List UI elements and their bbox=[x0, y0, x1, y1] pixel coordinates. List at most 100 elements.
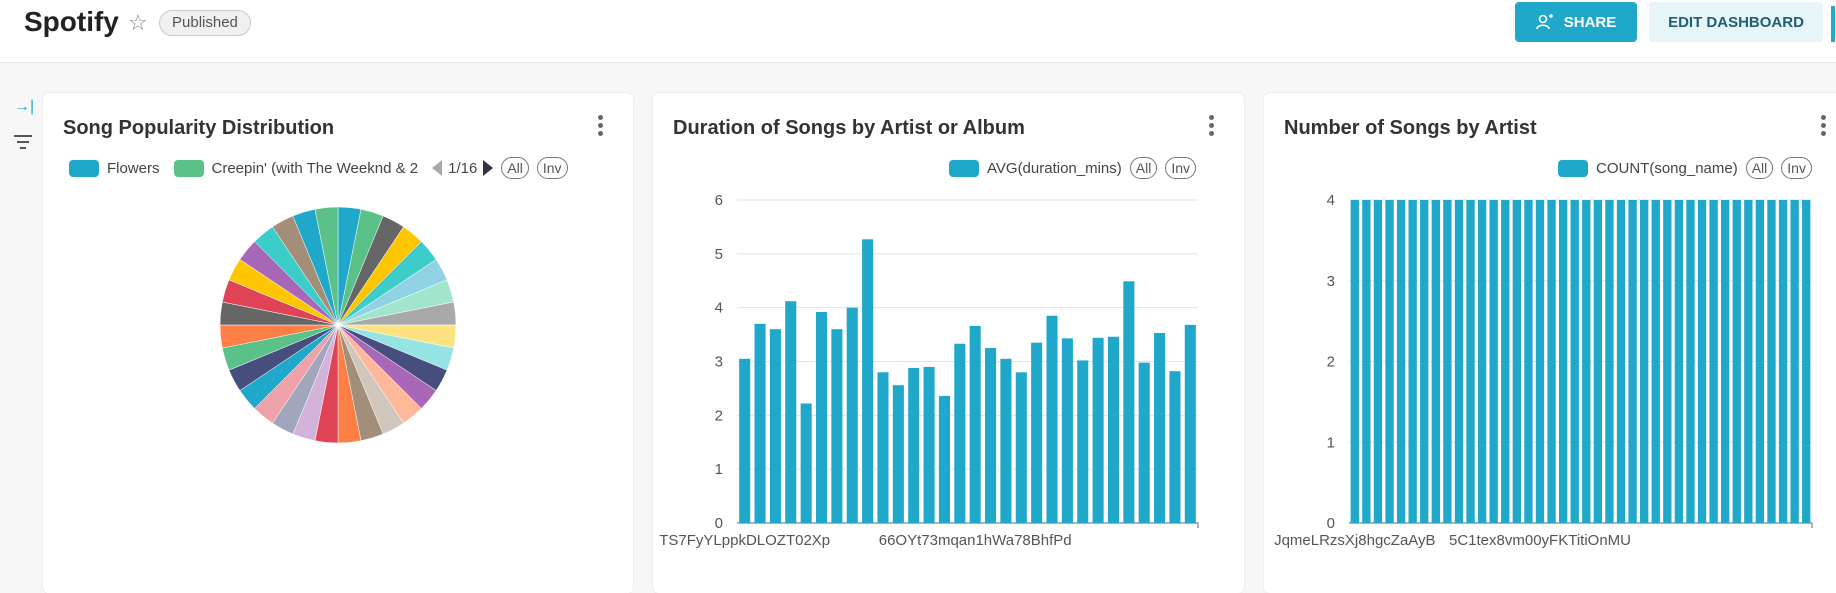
y-tick-label: 0 bbox=[1327, 515, 1335, 532]
bar[interactable] bbox=[1570, 200, 1579, 523]
legend-item-creepin[interactable]: Creepin' (with The Weeknd & 2 bbox=[212, 160, 419, 177]
bar[interactable] bbox=[1046, 315, 1058, 523]
share-user-icon bbox=[1535, 14, 1553, 30]
bar[interactable] bbox=[862, 239, 874, 524]
bar[interactable] bbox=[985, 348, 997, 523]
bar[interactable] bbox=[1651, 200, 1660, 523]
y-tick-label: 5 bbox=[715, 246, 723, 263]
bar[interactable] bbox=[1535, 200, 1545, 523]
legend-swatch bbox=[173, 159, 204, 177]
bar[interactable] bbox=[1477, 200, 1487, 523]
legend-all-button[interactable]: All bbox=[501, 157, 529, 179]
bar[interactable] bbox=[1605, 200, 1614, 523]
bar[interactable] bbox=[1501, 200, 1510, 523]
bar[interactable] bbox=[831, 329, 843, 523]
duration-card: Duration of Songs by Artist or Album AVG… bbox=[653, 93, 1244, 593]
bar[interactable] bbox=[938, 395, 950, 523]
dashboard-title: Spotify bbox=[24, 6, 119, 37]
bar[interactable] bbox=[1373, 200, 1383, 523]
bar[interactable] bbox=[1489, 200, 1498, 523]
bar[interactable] bbox=[877, 372, 889, 523]
bar[interactable] bbox=[1640, 200, 1649, 523]
bar[interactable] bbox=[1169, 371, 1181, 523]
filter-sidebar-collapsed: →| bbox=[0, 62, 40, 587]
bar[interactable] bbox=[800, 403, 812, 523]
bar[interactable] bbox=[739, 358, 751, 523]
bar[interactable] bbox=[954, 343, 966, 523]
filter-icon[interactable] bbox=[14, 134, 32, 150]
y-tick-label: 1 bbox=[1327, 434, 1335, 451]
x-tick-label: 5C1tex8vm00yFKTitiOnMU bbox=[1449, 532, 1631, 549]
bar[interactable] bbox=[1061, 338, 1073, 523]
bar[interactable] bbox=[1686, 200, 1695, 523]
bar[interactable] bbox=[1802, 200, 1811, 523]
bar[interactable] bbox=[1778, 200, 1788, 523]
card-menu-kebab-icon[interactable] bbox=[598, 115, 604, 139]
expand-icon[interactable]: →| bbox=[14, 98, 34, 116]
legend-prev-page-icon[interactable] bbox=[432, 160, 443, 176]
bar[interactable] bbox=[1709, 200, 1718, 523]
bar[interactable] bbox=[1385, 200, 1394, 523]
bar[interactable] bbox=[1663, 200, 1672, 523]
bar[interactable] bbox=[1512, 200, 1521, 523]
bar[interactable] bbox=[1721, 200, 1730, 523]
bar[interactable] bbox=[1443, 200, 1452, 523]
bar[interactable] bbox=[1031, 342, 1043, 523]
bar[interactable] bbox=[1350, 200, 1359, 523]
bar[interactable] bbox=[1015, 372, 1027, 523]
bar[interactable] bbox=[1138, 362, 1150, 523]
bar[interactable] bbox=[892, 385, 904, 523]
bar[interactable] bbox=[1362, 200, 1371, 523]
bar[interactable] bbox=[1674, 200, 1684, 523]
bar[interactable] bbox=[1628, 200, 1637, 523]
bar[interactable] bbox=[923, 366, 935, 523]
bar[interactable] bbox=[1000, 358, 1012, 523]
bar[interactable] bbox=[1420, 200, 1429, 523]
legend-invert-button[interactable]: Inv bbox=[536, 157, 568, 179]
bar[interactable] bbox=[1616, 200, 1626, 523]
bar[interactable] bbox=[815, 311, 828, 523]
y-tick-label: 4 bbox=[1327, 192, 1335, 209]
favorite-star-icon[interactable]: ☆ bbox=[128, 10, 148, 36]
bar[interactable] bbox=[1558, 200, 1568, 523]
bar[interactable] bbox=[1454, 200, 1464, 523]
bar[interactable] bbox=[1790, 200, 1799, 523]
bar[interactable] bbox=[1184, 324, 1196, 523]
bar[interactable] bbox=[1744, 200, 1753, 523]
edit-dashboard-button[interactable]: EDIT DASHBOARD bbox=[1649, 2, 1823, 42]
bar[interactable] bbox=[1524, 200, 1533, 523]
x-tick-label: 66OYt73mqan1hWa78BhfPd bbox=[879, 532, 1072, 549]
bar[interactable] bbox=[969, 325, 981, 523]
bar[interactable] bbox=[1077, 360, 1089, 523]
bar[interactable] bbox=[1593, 200, 1603, 523]
share-button[interactable]: SHARE bbox=[1515, 2, 1637, 42]
bar[interactable] bbox=[1123, 281, 1135, 523]
published-status-badge[interactable]: Published bbox=[159, 10, 251, 36]
bar[interactable] bbox=[1697, 200, 1707, 523]
bar[interactable] bbox=[754, 323, 766, 523]
duration-bar-chart: 0 1 2 3 4 5 6 TS7FyYLppkDLOZT02Xp 66OYt73mqan1hW… bbox=[659, 192, 1199, 549]
bar[interactable] bbox=[1396, 200, 1406, 523]
bar[interactable] bbox=[1767, 200, 1776, 523]
bar[interactable] bbox=[1547, 200, 1556, 523]
x-tick-label: JqmeLRzsXj8hgcZaAyB bbox=[1274, 532, 1435, 549]
bar[interactable] bbox=[1755, 200, 1765, 523]
share-label: SHARE bbox=[1563, 13, 1617, 31]
bar[interactable] bbox=[908, 367, 920, 523]
bar[interactable] bbox=[846, 307, 858, 523]
bar[interactable] bbox=[1154, 332, 1166, 523]
bar[interactable] bbox=[1466, 200, 1475, 523]
bar[interactable] bbox=[785, 301, 797, 523]
y-tick-label: 3 bbox=[715, 354, 723, 371]
y-tick-label: 6 bbox=[715, 192, 723, 209]
bar[interactable] bbox=[1431, 200, 1440, 523]
bar[interactable] bbox=[1107, 336, 1120, 523]
legend-item-flowers[interactable]: Flowers bbox=[107, 160, 160, 177]
bar[interactable] bbox=[1582, 200, 1591, 523]
bar[interactable] bbox=[1092, 337, 1104, 523]
bar[interactable] bbox=[1408, 200, 1417, 523]
legend-next-page-icon[interactable] bbox=[483, 160, 494, 176]
bar[interactable] bbox=[769, 329, 781, 523]
bar[interactable] bbox=[1732, 200, 1741, 523]
y-tick-label: 2 bbox=[1327, 354, 1335, 371]
